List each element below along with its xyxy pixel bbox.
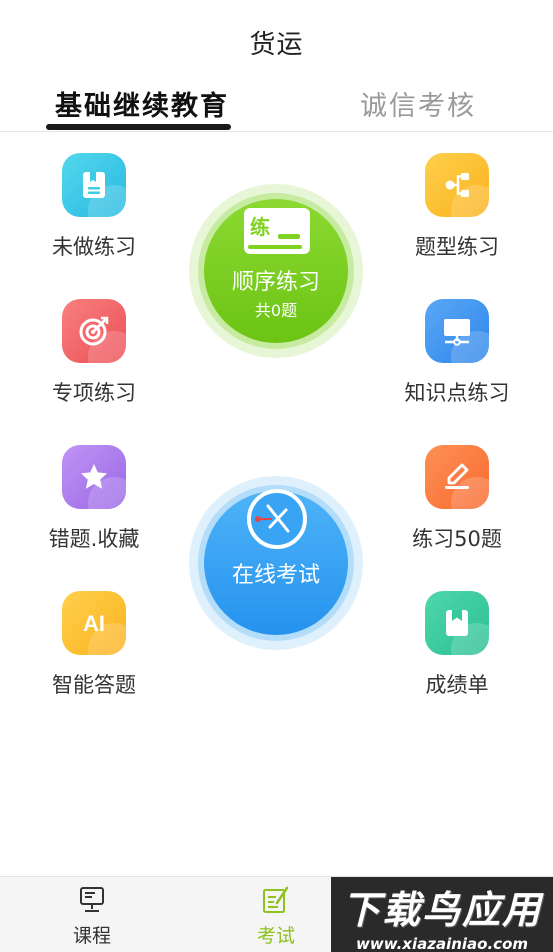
- watermark-url: www.xiazainiao.com: [355, 935, 529, 952]
- transcript-button[interactable]: 成绩单: [382, 591, 532, 699]
- tab-bar: 基础继续教育 诚信考核: [0, 80, 553, 132]
- target-icon: [62, 299, 126, 363]
- structure-icon: [425, 153, 489, 217]
- smart-answer-label: 智能答题: [52, 673, 136, 697]
- nav-exam-label: 考试: [256, 925, 295, 947]
- mistakes-favorites-button[interactable]: 错题.收藏: [19, 445, 169, 553]
- question-type-practice-label: 题型练习: [415, 235, 499, 259]
- nav-courses[interactable]: 课程: [52, 885, 132, 948]
- online-exam-title: 在线考试: [232, 563, 320, 588]
- sequential-practice-button[interactable]: 练 顺序练习 共0题: [188, 183, 364, 359]
- watermark: 下载鸟应用 www.xiazainiao.com: [331, 877, 553, 952]
- transcript-label: 成绩单: [425, 673, 489, 697]
- special-practice-label: 专项练习: [52, 381, 136, 405]
- practice-50-label: 练习50题: [412, 527, 502, 551]
- bookmark-icon: [425, 591, 489, 655]
- practice-50-button[interactable]: 练习50题: [382, 445, 532, 553]
- edit-icon: [425, 445, 489, 509]
- svg-text:AI: AI: [83, 611, 105, 636]
- practice-card-icon: 练: [244, 208, 310, 254]
- knowledge-point-practice-label: 知识点练习: [404, 381, 510, 405]
- monitor-icon: [425, 299, 489, 363]
- header: 货运: [0, 0, 553, 80]
- nav-courses-label: 课程: [72, 925, 111, 947]
- nav-exam[interactable]: 考试: [236, 885, 316, 948]
- unpracticed-label: 未做练习: [52, 235, 136, 259]
- exam-edit-icon: [263, 886, 289, 913]
- special-practice-button[interactable]: 专项练习: [19, 299, 169, 407]
- question-count: 共0题: [255, 301, 297, 320]
- knowledge-point-practice-button[interactable]: 知识点练习: [382, 299, 532, 407]
- page-title: 货运: [249, 30, 304, 60]
- mistakes-favorites-label: 错题.收藏: [48, 527, 140, 551]
- active-tab-indicator: [46, 124, 231, 130]
- smart-answer-button[interactable]: AI 智能答题: [19, 591, 169, 699]
- tab-basic-education[interactable]: 基础继续教育: [55, 84, 229, 123]
- computer-icon: [80, 887, 104, 912]
- sequential-practice-title: 顺序练习: [232, 270, 320, 295]
- notebook-icon: [62, 153, 126, 217]
- tab-integrity-assessment[interactable]: 诚信考核: [360, 84, 476, 123]
- question-type-practice-button[interactable]: 题型练习: [382, 153, 532, 261]
- ai-icon: AI: [62, 591, 126, 655]
- unpracticed-button[interactable]: 未做练习: [19, 153, 169, 261]
- exam-clock-icon: [247, 489, 307, 549]
- watermark-title: 下载鸟应用: [341, 888, 542, 932]
- star-icon: [62, 445, 126, 509]
- online-exam-button[interactable]: 在线考试: [188, 475, 364, 651]
- practice-badge: 练: [250, 215, 270, 239]
